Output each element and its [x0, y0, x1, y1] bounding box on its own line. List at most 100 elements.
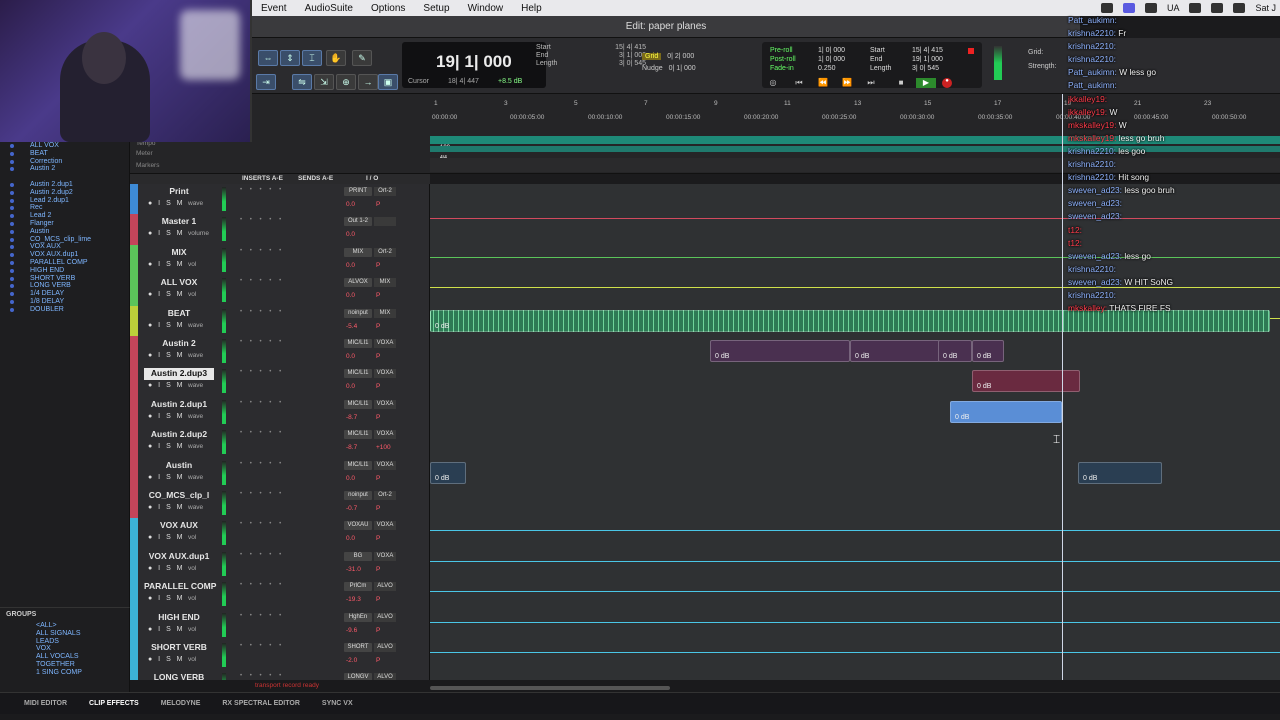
- audio-clip[interactable]: 0 dB: [972, 340, 1004, 362]
- track-name[interactable]: LONG VERB: [144, 672, 214, 680]
- track-lane[interactable]: [430, 427, 1280, 458]
- track-pan[interactable]: P: [376, 292, 380, 299]
- track-input[interactable]: SHORT: [344, 643, 372, 652]
- shuffle-mode-icon[interactable]: ⇥: [256, 74, 276, 90]
- tab-to-transient-icon[interactable]: ⇲: [314, 74, 334, 90]
- postroll-value[interactable]: 1| 0| 000: [818, 55, 845, 64]
- clip-list-item[interactable]: Lead 2: [0, 212, 129, 220]
- pencil-tool-icon[interactable]: ✎: [352, 50, 372, 66]
- track-buttons[interactable]: ● I S M: [148, 626, 185, 633]
- track-volume[interactable]: 0.0: [346, 292, 355, 299]
- track-output[interactable]: VOXA: [374, 551, 396, 561]
- track-output[interactable]: VOXA: [374, 521, 396, 531]
- track-volume[interactable]: 0.0: [346, 353, 355, 360]
- grid-label[interactable]: Grid: [642, 52, 662, 60]
- track-output[interactable]: Ort-2: [374, 247, 396, 257]
- track-name[interactable]: Master 1: [144, 216, 214, 228]
- grid-strength-strength[interactable]: Strength:: [1028, 60, 1056, 74]
- track-input[interactable]: noinput: [344, 308, 372, 318]
- track-header[interactable]: HIGH END ● I S Mvol • • • • • HghEn ALVO -9.6…: [130, 609, 430, 640]
- bottom-tab[interactable]: MELODYNE: [161, 700, 201, 707]
- track-buttons[interactable]: ● I S M: [148, 230, 185, 237]
- clip-list-item[interactable]: ALL VOX: [0, 142, 129, 150]
- track-volume[interactable]: 0.0: [346, 383, 355, 390]
- record-icon[interactable]: ●: [942, 78, 952, 88]
- track-input[interactable]: MIC/LI1: [344, 460, 372, 470]
- bottom-tab[interactable]: RX SPECTRAL EDITOR: [222, 700, 300, 707]
- track-volume[interactable]: -9.6: [346, 627, 357, 634]
- menu-clock[interactable]: Sat J: [1255, 3, 1276, 13]
- clip-list-item[interactable]: PARALLEL COMP: [0, 259, 129, 267]
- play-icon[interactable]: ▶: [916, 78, 936, 88]
- screen-record-icon[interactable]: [1122, 3, 1135, 13]
- playhead-line[interactable]: [1062, 94, 1063, 680]
- online-icon[interactable]: ◎: [766, 78, 780, 88]
- track-input[interactable]: MIC/LI1: [344, 369, 372, 379]
- insert-slots[interactable]: • • • • •: [240, 643, 284, 649]
- track-volume[interactable]: -8.7: [346, 444, 357, 451]
- track-pan[interactable]: P: [376, 201, 380, 208]
- track-view-mode[interactable]: wave: [188, 443, 203, 450]
- stop-icon[interactable]: ■: [894, 78, 908, 88]
- track-pan[interactable]: P: [376, 475, 380, 482]
- track-lane[interactable]: 0 dB 0 dB: [430, 457, 1280, 488]
- track-buttons[interactable]: ● I S M: [148, 382, 185, 389]
- track-pan[interactable]: P: [376, 596, 380, 603]
- track-input[interactable]: MIC/LI1: [344, 430, 372, 440]
- track-name[interactable]: PARALLEL COMP: [144, 581, 216, 593]
- fast-forward-icon[interactable]: ⏩: [840, 78, 854, 88]
- track-header[interactable]: SHORT VERB ● I S Mvol • • • • • SHORT ALVO -2…: [130, 640, 430, 671]
- track-buttons[interactable]: ● I S M: [148, 413, 185, 420]
- track-name[interactable]: Austin 2.dup1: [144, 399, 214, 411]
- track-volume[interactable]: -19.3: [346, 596, 361, 603]
- track-pan[interactable]: P: [376, 535, 380, 542]
- clip-list-item[interactable]: 1/4 DELAY: [0, 290, 129, 298]
- track-lane[interactable]: [430, 548, 1280, 580]
- track-buttons[interactable]: ● I S M: [148, 595, 185, 602]
- track-input[interactable]: ALVOX: [344, 278, 372, 288]
- track-view-mode[interactable]: volume: [188, 230, 209, 237]
- track-volume[interactable]: -31.0: [346, 566, 361, 573]
- preroll-value[interactable]: 1| 0| 000: [818, 46, 845, 55]
- track-buttons[interactable]: ● I S M: [148, 474, 185, 481]
- track-view-mode[interactable]: wave: [188, 322, 203, 329]
- track-name[interactable]: Austin 2.dup2: [144, 429, 214, 441]
- track-buttons[interactable]: ● I S M: [148, 200, 185, 207]
- track-header[interactable]: LONG VERB● I S Mvol• • • • •LONGVALVO: [130, 670, 430, 680]
- end-value[interactable]: 19| 1| 000: [912, 55, 943, 64]
- clip-list-item[interactable]: Correction: [0, 158, 129, 166]
- track-pan[interactable]: P: [376, 657, 380, 664]
- track-header[interactable]: MIX ● I S Mvol • • • • • MIX Ort-2 0.0 P: [130, 244, 430, 276]
- audio-clip[interactable]: 0 dB: [710, 340, 850, 362]
- track-header[interactable]: PARALLEL COMP ● I S Mvol • • • • • PrlCm ALV…: [130, 579, 430, 610]
- clip-list-item[interactable]: BEAT: [0, 150, 129, 158]
- track-pan[interactable]: P: [376, 262, 380, 269]
- track-buttons[interactable]: ● I S M: [148, 504, 185, 511]
- track-lane[interactable]: [430, 640, 1280, 671]
- audio-clip[interactable]: 0 dB: [430, 461, 466, 484]
- go-to-end-icon[interactable]: ⏭: [864, 78, 878, 88]
- track-view-mode[interactable]: vol: [188, 565, 196, 572]
- track-buttons[interactable]: ● I S M: [148, 322, 185, 329]
- track-pan[interactable]: +100: [376, 444, 391, 451]
- insertion-follows-icon[interactable]: →: [358, 74, 378, 90]
- track-input[interactable]: MIX: [344, 247, 372, 257]
- track-pan[interactable]: P: [376, 627, 380, 634]
- track-volume[interactable]: -8.7: [346, 414, 357, 421]
- track-volume[interactable]: 0.0: [346, 262, 355, 269]
- ua-label[interactable]: UA: [1167, 3, 1180, 13]
- clip-list-item[interactable]: Austin: [0, 228, 129, 236]
- group-item[interactable]: ALL SIGNALS: [0, 630, 129, 638]
- track-input[interactable]: PRINT: [344, 187, 372, 196]
- insert-slots[interactable]: • • • • •: [240, 430, 284, 436]
- track-output[interactable]: ALVO: [374, 612, 396, 622]
- group-item[interactable]: 1 SING COMP: [0, 669, 129, 677]
- preroll-label[interactable]: Pre-roll: [770, 46, 796, 55]
- group-item[interactable]: ALL VOCALS: [0, 653, 129, 661]
- track-header[interactable]: Print ● I S Mwave • • • • • PRINT Ort-2 0.0 P: [130, 184, 430, 215]
- group-item[interactable]: TOGETHER: [0, 661, 129, 669]
- insert-slots[interactable]: • • • • •: [240, 552, 284, 558]
- insert-slots[interactable]: • • • • •: [240, 278, 284, 284]
- selector-tool-icon[interactable]: ⌶: [302, 50, 322, 66]
- track-output[interactable]: MIX: [374, 278, 396, 288]
